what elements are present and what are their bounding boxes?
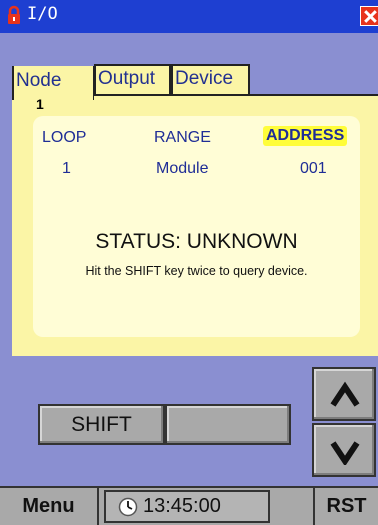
taskbar: Menu 13:45:00 RST bbox=[0, 486, 378, 525]
rst-button[interactable]: RST bbox=[313, 488, 378, 525]
loop-header: LOOP bbox=[42, 129, 87, 146]
clock[interactable]: 13:45:00 bbox=[104, 490, 270, 523]
tab-output[interactable]: Output bbox=[94, 64, 171, 94]
tab-device[interactable]: Device bbox=[171, 64, 250, 94]
address-header[interactable]: ADDRESS bbox=[263, 126, 348, 146]
chevron-down-icon bbox=[330, 441, 360, 465]
lock-icon bbox=[8, 5, 20, 24]
title-bar: I/O bbox=[0, 0, 378, 33]
shift-button[interactable]: SHIFT bbox=[38, 404, 165, 445]
address-value: 001 bbox=[300, 160, 327, 177]
tab-node[interactable]: Node bbox=[12, 66, 94, 100]
clock-time: 13:45:00 bbox=[143, 495, 221, 517]
scroll-down-button[interactable] bbox=[312, 423, 376, 477]
menu-button[interactable]: Menu bbox=[0, 488, 99, 525]
scroll-up-button[interactable] bbox=[312, 367, 376, 421]
window-title: I/O bbox=[27, 4, 58, 24]
node-number: 1 bbox=[36, 96, 44, 112]
chevron-up-icon bbox=[330, 381, 360, 407]
status-text: STATUS: UNKNOWN bbox=[95, 230, 298, 253]
tab-device-label: Device bbox=[175, 68, 234, 89]
tab-node-label: Node bbox=[16, 70, 62, 91]
tab-output-label: Output bbox=[98, 68, 156, 89]
blank-button[interactable] bbox=[165, 404, 291, 445]
clock-icon bbox=[118, 497, 138, 517]
loop-value: 1 bbox=[62, 160, 71, 177]
range-value: Module bbox=[156, 160, 209, 177]
device-card bbox=[33, 116, 360, 337]
status-hint: Hit the SHIFT key twice to query device. bbox=[85, 264, 308, 278]
range-header: RANGE bbox=[154, 129, 211, 146]
close-button[interactable] bbox=[360, 6, 378, 26]
